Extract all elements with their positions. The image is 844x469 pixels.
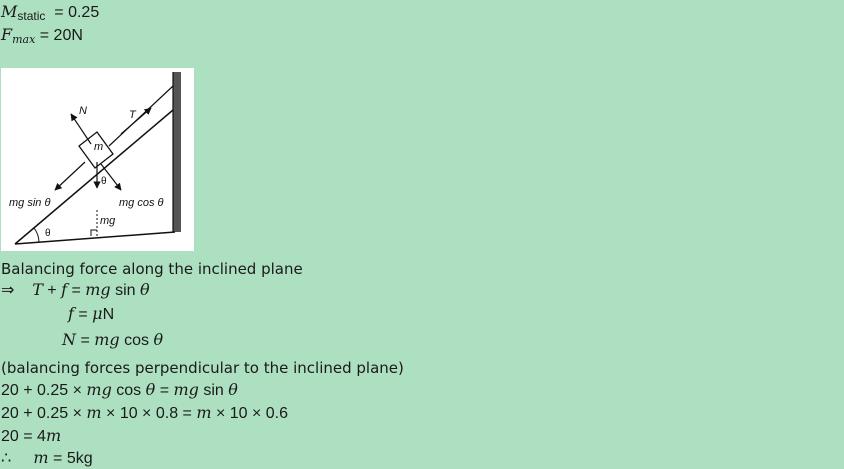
- label-mg-sin: mg sin θ: [9, 197, 50, 209]
- label-m: m: [94, 141, 103, 153]
- given-fmax-line: Fmax = 20N: [1, 25, 83, 47]
- perpendicular-note: (balancing forces perpendicular to the i…: [1, 359, 404, 377]
- label-mg: mg: [100, 215, 116, 227]
- equation-7: ∴ m = 5kg: [1, 448, 93, 467]
- label-N: N: [79, 105, 87, 117]
- equation-5: 20 + 0.25 × m × 10 × 0.8 = m × 10 × 0.6: [1, 403, 289, 422]
- given-mu-line: Mstatic = 0.25: [1, 2, 99, 23]
- fmax-subscript: max: [12, 33, 36, 46]
- equation-3: N = mg cos θ: [62, 330, 164, 349]
- label-T: T: [129, 109, 137, 121]
- mg-sin-arrow: [54, 161, 86, 191]
- fmax-value: = 20N: [39, 27, 83, 44]
- wall: [173, 72, 181, 232]
- equation-4: 20 + 0.25 × mg cos θ = mg sin θ: [1, 380, 238, 399]
- force-diagram: N T m θ mg sin θ mg cos θ mg θ: [9, 72, 181, 245]
- mu-symbol: M: [1, 2, 18, 21]
- label-mg-cos: mg cos θ: [119, 197, 164, 209]
- fmax-symbol: F: [1, 25, 13, 44]
- therefore-symbol: ∴: [1, 450, 12, 467]
- right-angle-marker: [90, 229, 97, 236]
- equation-1: ⇒ T + f = mg sin θ: [1, 280, 150, 299]
- mu-subscript: static: [17, 9, 46, 23]
- inclined-plane-figure: N T m θ mg sin θ mg cos θ mg θ: [1, 68, 194, 251]
- mu-value: = 0.25: [54, 4, 100, 21]
- balance-heading: Balancing force along the inclined plane: [1, 260, 303, 278]
- label-theta-block: θ: [101, 176, 107, 187]
- tension-arrow: [120, 107, 152, 135]
- equation-6: 20 = 4m: [1, 426, 62, 445]
- implies-symbol: ⇒: [1, 282, 15, 299]
- normal-force-arrow: [70, 113, 92, 145]
- label-theta-angle: θ: [45, 228, 51, 239]
- angle-arc: [33, 227, 40, 243]
- equation-2: f = μN: [68, 304, 115, 323]
- incline-surface: [14, 109, 174, 245]
